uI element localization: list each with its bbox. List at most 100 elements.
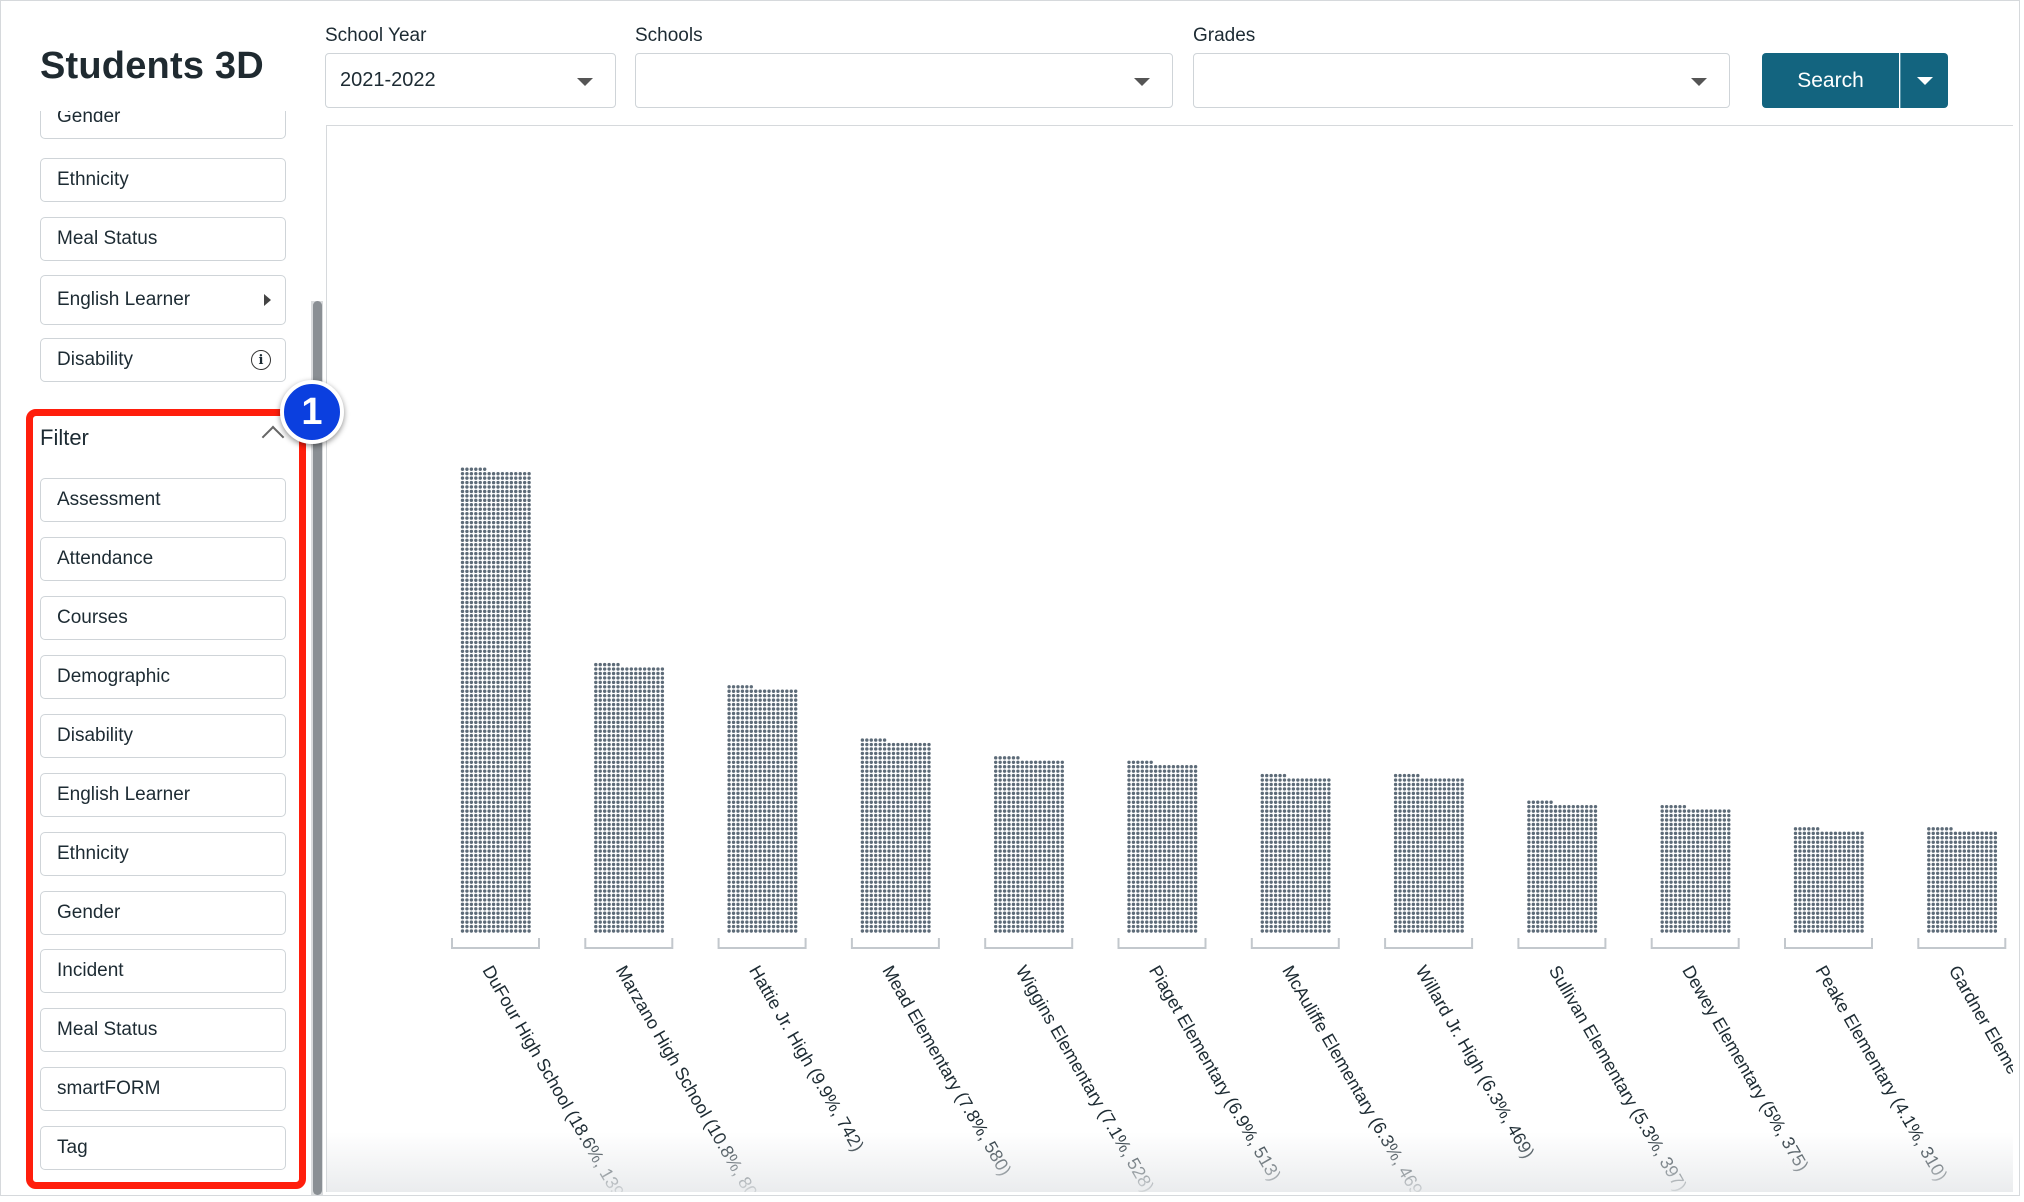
schools-label: Schools: [635, 25, 703, 46]
caret-right-icon: [264, 294, 271, 306]
bar-dots: [1793, 827, 1864, 933]
x-tick-label: DuFour High School (18.6%, 139: [479, 962, 628, 1192]
sidebar-item-label: Meal Status: [57, 1019, 158, 1040]
chart-bar[interactable]: [1793, 827, 1864, 933]
app-window: Students 3D School Year 2021-2022 School…: [0, 0, 2020, 1196]
chart-bar[interactable]: [994, 756, 1064, 933]
chart-bar[interactable]: [1660, 804, 1731, 933]
sidebar-item-label: Attendance: [57, 548, 154, 569]
bar-dots: [1660, 804, 1731, 933]
x-tick-label: Marzano High School (10.8%, 80: [612, 962, 761, 1192]
x-tick-label: Dewey Elementary (5%, 375): [1678, 962, 1812, 1175]
bar-base-bracket: [1384, 938, 1474, 949]
chart-bar[interactable]: [727, 685, 798, 933]
bar-dots: [594, 662, 665, 933]
bar-base-bracket: [1650, 938, 1740, 949]
group-by-gender[interactable]: Gender: [40, 111, 286, 139]
group-by-meal-status[interactable]: Meal Status: [40, 217, 286, 261]
grades-label: Grades: [1193, 25, 1256, 46]
group-by-english-learner[interactable]: English Learner: [40, 275, 286, 325]
chart-bar[interactable]: [594, 662, 665, 933]
sidebar-item-label: Gender: [57, 902, 121, 923]
chart-bar[interactable]: [1527, 800, 1598, 933]
sidebar-item-label: Gender: [57, 111, 121, 127]
school-year-select[interactable]: 2021-2022: [325, 53, 616, 108]
sidebar-item-label: Meal Status: [57, 228, 158, 249]
x-tick-label: Sullivan Elementary (5.3%, 397): [1545, 962, 1691, 1192]
sidebar-item-label: Disability: [57, 349, 134, 370]
filter-incident[interactable]: Incident: [40, 949, 286, 993]
x-tick-label: Mead Elementary (7.8%, 580): [878, 962, 1015, 1179]
chevron-down-icon: [577, 77, 593, 86]
filter-tag[interactable]: Tag: [40, 1126, 286, 1170]
chevron-up-icon[interactable]: [261, 425, 285, 449]
x-tick-label: Peake Elementary (4.1%, 310): [1812, 962, 1952, 1184]
chart-bar[interactable]: [860, 738, 931, 933]
bar-base-bracket: [1117, 938, 1207, 949]
search-button[interactable]: Search: [1762, 53, 1899, 108]
school-year-value: 2021-2022: [340, 69, 436, 91]
bar-base-bracket: [1917, 938, 2007, 949]
chevron-down-icon: [1134, 77, 1150, 86]
x-tick-label: Wiggins Elementary (7.1%, 528): [1012, 962, 1158, 1192]
sidebar-item-label: smartFORM: [57, 1078, 161, 1099]
bar-base-bracket: [717, 938, 807, 949]
page-title: Students 3D: [40, 45, 264, 87]
bar-dots: [1927, 827, 1998, 933]
bar-dots: [1527, 800, 1598, 933]
sidebar-item-label: Courses: [57, 607, 128, 628]
sidebar-item-label: Tag: [57, 1137, 88, 1158]
chart-bar[interactable]: [460, 467, 531, 933]
bar-base-bracket: [451, 938, 540, 949]
chevron-down-icon: [1917, 77, 1933, 85]
sidebar-item-label: Disability: [57, 725, 134, 746]
filter-assessment[interactable]: Assessment: [40, 478, 286, 522]
filter-section-title[interactable]: Filter: [40, 425, 89, 451]
bar-dots: [994, 756, 1064, 933]
x-tick-label: Gardner Eleme: [1945, 962, 2013, 1078]
filter-attendance[interactable]: Attendance: [40, 537, 286, 581]
bar-base-bracket: [984, 938, 1074, 949]
sidebar-item-label: English Learner: [57, 784, 191, 805]
grades-select[interactable]: [1193, 53, 1730, 108]
sidebar-item-label: Ethnicity: [57, 169, 129, 190]
info-icon[interactable]: i: [251, 350, 271, 370]
filter-courses[interactable]: Courses: [40, 596, 286, 640]
filter-english-learner[interactable]: English Learner: [40, 773, 286, 817]
filter-smartform[interactable]: smartFORM: [40, 1067, 286, 1111]
bar-base-bracket: [584, 938, 674, 949]
sidebar: Gender Ethnicity Meal Status English Lea…: [1, 111, 323, 1195]
bar-dots: [727, 685, 798, 933]
group-by-ethnicity[interactable]: Ethnicity: [40, 158, 286, 202]
filter-disability[interactable]: Disability: [40, 714, 286, 758]
chart-panel: DuFour High School (18.6%, 139 Marzano Hi…: [326, 125, 2013, 1192]
sidebar-item-label: Assessment: [57, 489, 161, 510]
bar-dots: [1393, 773, 1464, 933]
x-tick-label: Willard Jr. High (6.3%, 469): [1412, 962, 1539, 1162]
schools-select[interactable]: [635, 53, 1173, 108]
sidebar-item-label: English Learner: [57, 289, 191, 310]
school-year-label: School Year: [325, 25, 427, 46]
chart-bar[interactable]: [1127, 760, 1198, 933]
filter-gender[interactable]: Gender: [40, 891, 286, 935]
bar-dots: [460, 467, 531, 933]
x-tick-label: McAuliffe Elementary (6.3%, 469: [1278, 962, 1426, 1192]
group-by-disability[interactable]: Disability i: [40, 338, 286, 382]
bar-chart: DuFour High School (18.6%, 139Marzano Hi…: [451, 467, 2013, 1192]
chart-bar[interactable]: [1927, 827, 1998, 933]
chart-bar[interactable]: [1393, 773, 1464, 933]
x-tick-label: Hattie Jr. High (9.9%, 742): [745, 962, 868, 1155]
sidebar-item-label: Demographic: [57, 666, 170, 687]
filter-demographic[interactable]: Demographic: [40, 655, 286, 699]
bar-base-bracket: [850, 938, 940, 949]
bar-base-bracket: [1250, 938, 1340, 949]
sidebar-item-label: Incident: [57, 960, 124, 981]
chart-bar[interactable]: [1260, 773, 1331, 933]
filter-meal-status[interactable]: Meal Status: [40, 1008, 286, 1052]
search-options-button[interactable]: [1900, 53, 1948, 108]
chevron-down-icon: [1691, 77, 1707, 86]
filter-ethnicity[interactable]: Ethnicity: [40, 832, 286, 876]
step-badge: 1: [280, 380, 344, 444]
bar-dots: [860, 738, 931, 933]
x-tick-label: Piaget Elementary (6.9%, 513): [1145, 962, 1285, 1184]
